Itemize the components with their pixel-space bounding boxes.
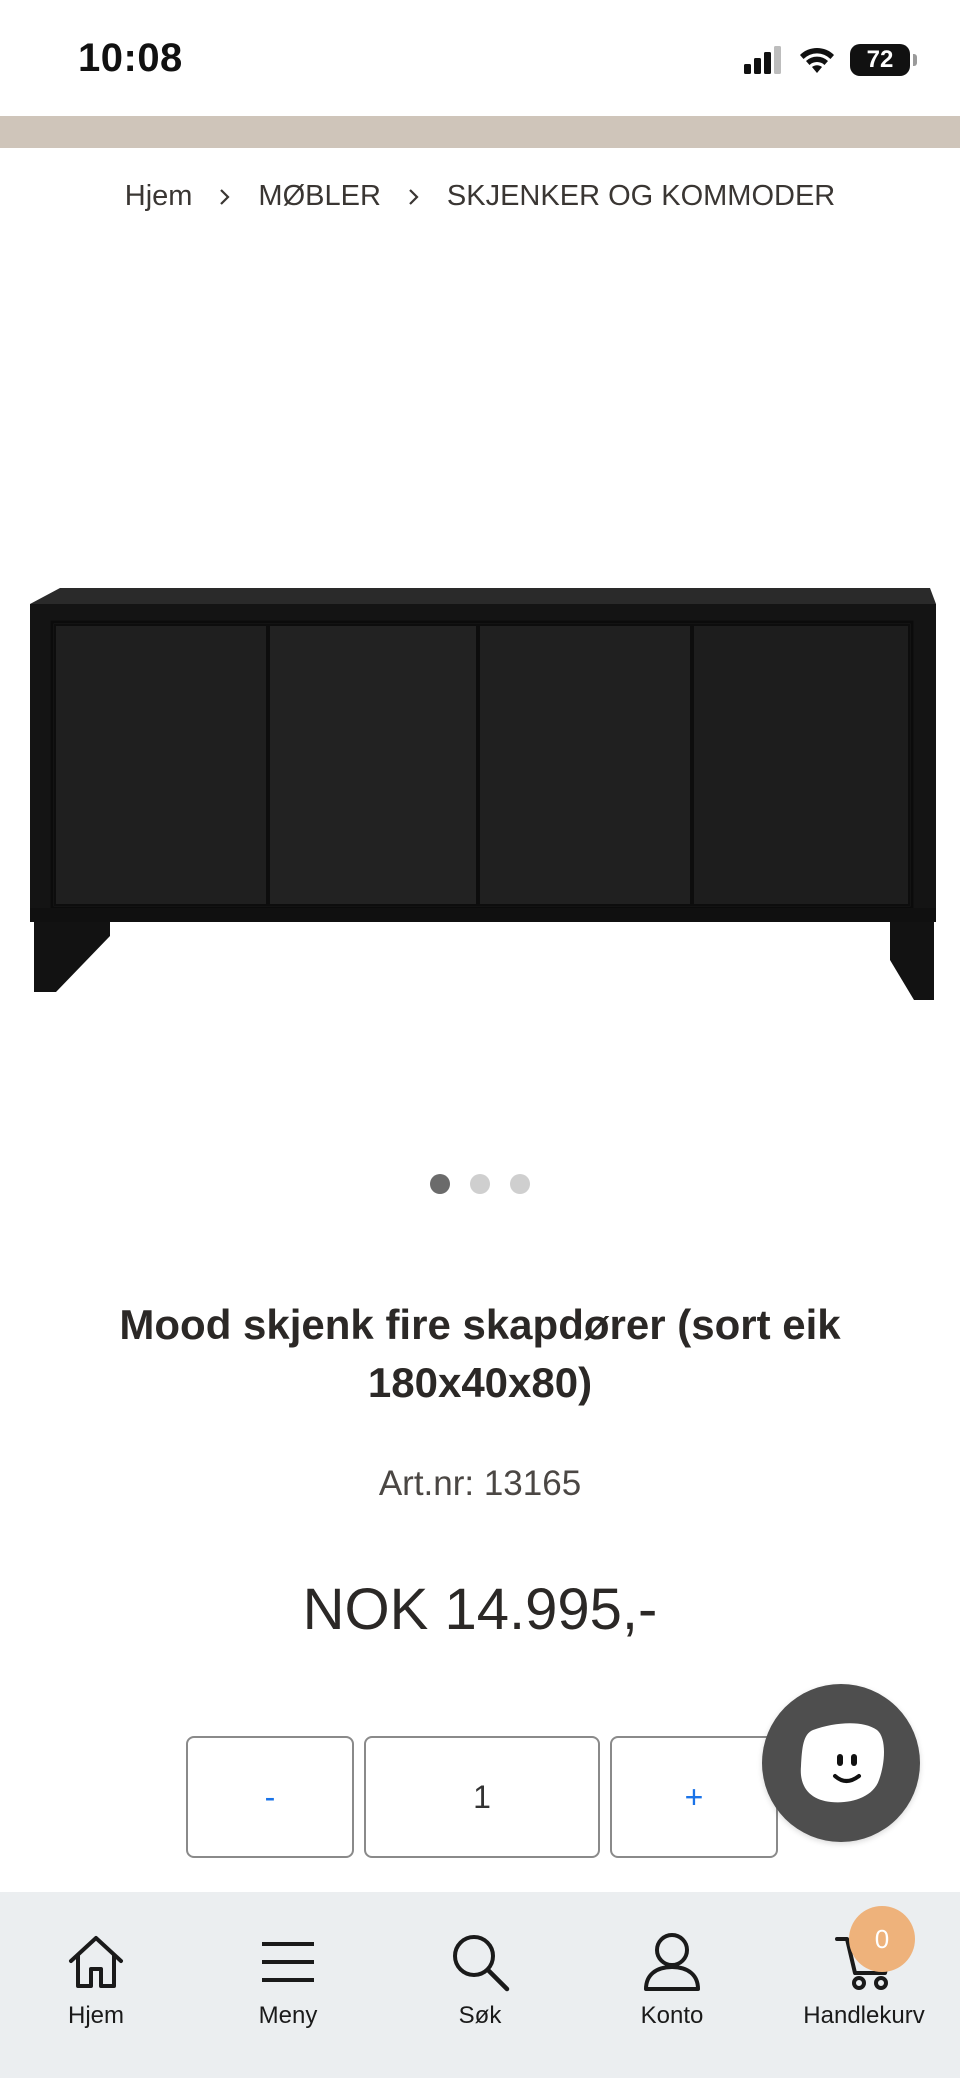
nav-label-meny: Meny [258,2002,318,2029]
header-band [0,116,960,148]
bottom-navigation: Hjem Meny Søk Konto 0 Handlekurv [0,1892,960,2078]
status-bar: 10:08 72 [0,0,960,116]
product-price: NOK 14.995,- [302,1577,658,1642]
article-number: Art.nr: 13165 [0,1464,960,1504]
quantity-input[interactable]: 1 [364,1736,600,1858]
quantity-decrement-button[interactable]: - [186,1736,354,1858]
article-number-text: Art.nr: 13165 [378,1464,582,1503]
nav-label-hjem: Hjem [67,2002,124,2029]
status-time: 10:08 [78,36,183,80]
home-icon [64,1930,128,1994]
search-icon [448,1930,512,1994]
gallery-pagination [0,1174,960,1194]
status-icons: 72 [744,44,917,76]
breadcrumb-skjenker[interactable]: SKJENKER OG KOMMODER [447,180,835,213]
nav-label-konto: Konto [640,2002,704,2029]
product-title: Mood skjenk fire skapdører (sort eik 180… [119,1301,841,1406]
user-icon [640,1930,704,1994]
nav-item-handlekurv[interactable]: 0 Handlekurv [779,1906,949,2030]
cellular-signal-icon [744,46,781,74]
gallery-dot-1[interactable] [430,1174,450,1194]
breadcrumb-mobler[interactable]: MØBLER [258,180,380,213]
nav-item-sok[interactable]: Søk [395,1930,565,2030]
nav-label-sok: Søk [458,2002,502,2029]
nav-item-meny[interactable]: Meny [203,1930,373,2030]
gallery-dot-2[interactable] [470,1174,490,1194]
quantity-stepper: - 1 + [186,1736,778,1858]
smiley-chat-icon [800,1723,884,1803]
quantity-increment-button[interactable]: + [610,1736,778,1858]
breadcrumb: Hjem MØBLER SKJENKER OG KOMMODER [0,180,960,213]
gallery-dot-3[interactable] [510,1174,530,1194]
chevron-right-icon [403,187,425,207]
nav-item-konto[interactable]: Konto [587,1930,757,2030]
sideboard-image [30,588,936,1000]
battery-indicator: 72 [850,44,917,76]
cart-count-badge: 0 [849,1906,915,1972]
wifi-icon [800,47,834,73]
menu-icon [256,1930,320,1994]
nav-label-handlekurv: Handlekurv [803,2002,925,2029]
breadcrumb-home[interactable]: Hjem [125,180,193,213]
chat-button[interactable] [762,1684,920,1842]
nav-item-hjem[interactable]: Hjem [11,1930,181,2030]
product-image[interactable] [0,260,960,1140]
chevron-right-icon [214,187,236,207]
